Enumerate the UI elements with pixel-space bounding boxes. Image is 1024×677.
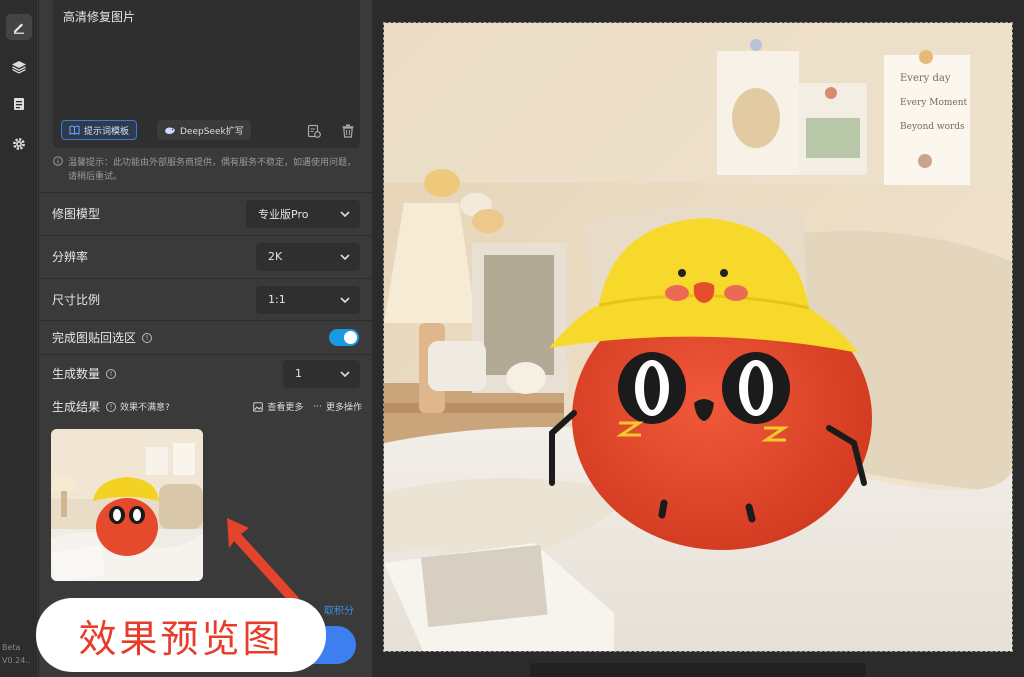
trash-icon[interactable] — [339, 122, 357, 140]
resolution-row: 分辨率 2K — [39, 235, 372, 277]
whale-icon — [165, 126, 175, 134]
paste-back-row: 完成图贴回选区 ! — [39, 320, 372, 354]
app-window: Beta V0.24.. 高清修复图片 提示词模板 DeepSeek扩写 温馨提… — [0, 0, 1024, 677]
results-label: 生成结果 — [52, 400, 101, 414]
result-thumbnail[interactable] — [51, 429, 203, 581]
tool-rail: Beta V0.24.. — [0, 0, 38, 677]
wall-text-3: Beyond words — [900, 122, 965, 132]
info-icon: ! — [106, 368, 117, 379]
canvas-toolbar[interactable] — [530, 663, 866, 677]
ratio-select[interactable]: 1:1 — [256, 285, 360, 314]
chevron-down-icon — [340, 296, 350, 303]
ratio-value: 1:1 — [268, 293, 286, 306]
prompt-box[interactable]: 高清修复图片 提示词模板 DeepSeek扩写 — [53, 0, 360, 148]
gear-icon[interactable] — [6, 131, 32, 157]
main-image: Every day Every Moment Beyond words — [384, 23, 1012, 651]
wall-text-2: Every Moment — [900, 98, 968, 108]
deepseek-expand-button[interactable]: DeepSeek扩写 — [157, 120, 251, 140]
book-icon — [69, 125, 80, 135]
model-select[interactable]: 专业版Pro — [246, 199, 360, 228]
view-more-button[interactable]: 查看更多 — [253, 400, 303, 413]
unsatisfied-link[interactable]: 效果不满意? — [120, 400, 170, 413]
model-row: 修图模型 专业版Pro — [39, 192, 372, 234]
get-credits-link[interactable]: 取积分 — [324, 602, 354, 617]
prompt-template-label: 提示词模板 — [84, 126, 130, 137]
version-number: V0.24.. — [2, 656, 31, 665]
info-icon: ! — [142, 332, 153, 343]
resolution-label: 分辨率 — [52, 250, 89, 264]
edit-icon[interactable] — [6, 14, 32, 40]
toggle-knob — [344, 331, 357, 344]
resolution-value: 2K — [268, 250, 283, 263]
image-icon — [253, 401, 264, 412]
more-dots-icon: ··· — [313, 401, 322, 412]
results-header: 生成结果 ! 效果不满意? 查看更多 ··· 更多操作 — [52, 398, 362, 415]
count-value: 1 — [295, 367, 302, 380]
more-actions-button[interactable]: ··· 更多操作 — [313, 400, 362, 414]
ratio-label: 尺寸比例 — [52, 293, 101, 307]
prompt-template-button[interactable]: 提示词模板 — [61, 120, 138, 140]
layers-icon[interactable] — [6, 54, 32, 80]
prompt-history-icon[interactable] — [305, 122, 323, 140]
info-icon: ! — [106, 401, 117, 412]
service-tip: 温馨提示：此功能由外部服务商提供，偶有服务不稳定，如遇使用问题，请稍后重试。 — [53, 156, 363, 184]
paste-back-label: 完成图贴回选区 — [52, 331, 137, 345]
ratio-row: 尺寸比例 1:1 — [39, 278, 372, 320]
pointer-arrow-icon — [227, 518, 299, 604]
chevron-down-icon — [340, 210, 350, 217]
service-tip-text: 温馨提示：此功能由外部服务商提供，偶有服务不稳定，如遇使用问题，请稍后重试。 — [68, 158, 357, 182]
chevron-down-icon — [340, 253, 350, 260]
chevron-down-icon — [340, 370, 350, 377]
count-select[interactable]: 1 — [283, 359, 360, 388]
document-icon[interactable] — [6, 91, 32, 117]
version-label: Beta — [2, 643, 21, 652]
wall-text-1: Every day — [900, 73, 951, 84]
view-more-label: 查看更多 — [267, 403, 304, 413]
count-label: 生成数量 — [52, 367, 101, 381]
more-actions-label: 更多操作 — [325, 403, 362, 413]
model-label: 修图模型 — [52, 207, 101, 221]
image-canvas[interactable]: Every day Every Moment Beyond words — [383, 22, 1013, 652]
preview-caption: 效果预览图 — [36, 598, 326, 672]
prompt-text[interactable]: 高清修复图片 — [63, 8, 135, 25]
settings-panel: 高清修复图片 提示词模板 DeepSeek扩写 温馨提示：此功能由外部服务商提供… — [39, 0, 372, 677]
deepseek-label: DeepSeek扩写 — [180, 126, 244, 137]
resolution-select[interactable]: 2K — [256, 242, 360, 271]
paste-back-toggle[interactable] — [329, 329, 359, 346]
model-value: 专业版Pro — [258, 207, 309, 221]
count-row: 生成数量 ! 1 — [39, 354, 372, 392]
info-icon — [53, 156, 63, 166]
